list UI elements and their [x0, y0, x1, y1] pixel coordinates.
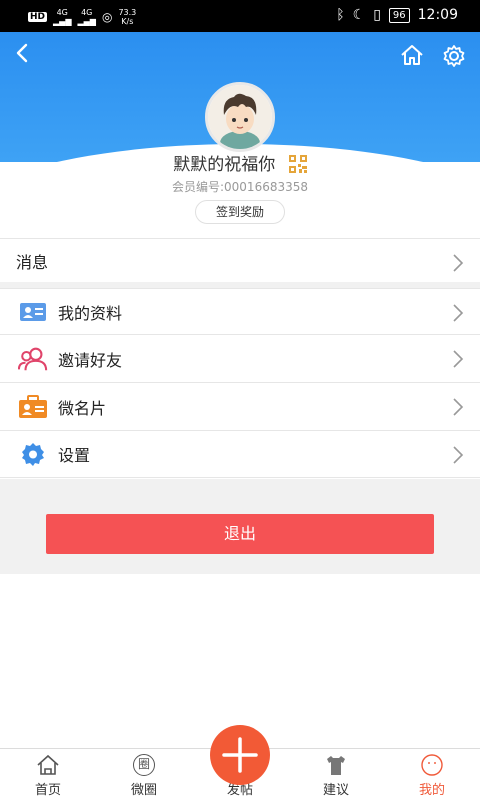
menu-item-label: 邀请好友	[58, 350, 123, 370]
user-icon	[421, 754, 443, 776]
chevron-right-icon	[453, 254, 464, 272]
avatar[interactable]	[205, 82, 275, 152]
tab-suggest[interactable]: 建议	[288, 749, 384, 800]
invite-users-icon	[18, 346, 48, 372]
chevron-right-icon	[453, 398, 464, 416]
wifi-icon: ◎	[101, 10, 113, 24]
plus-icon	[222, 737, 258, 773]
hd-badge: HD	[28, 12, 48, 22]
tab-home[interactable]: 首页	[0, 749, 96, 800]
tab-label: 建议	[322, 783, 349, 798]
tab-label: 我的	[418, 783, 445, 798]
speed-indicator: 73.3 K/s	[118, 8, 137, 26]
business-card-icon	[18, 394, 48, 420]
network-indicator-1: 4G ▂▄▆	[53, 8, 72, 26]
checkin-reward-button[interactable]: 签到奖励	[195, 200, 285, 224]
messages-label: 消息	[16, 252, 49, 272]
menu-item-profile[interactable]: 我的资料	[0, 288, 480, 334]
gear-icon[interactable]	[442, 44, 466, 68]
menu-item-label: 微名片	[58, 398, 107, 418]
shirt-icon	[327, 756, 345, 775]
clock: 12:09	[417, 7, 458, 23]
chevron-right-icon	[453, 350, 464, 368]
home-icon[interactable]	[400, 44, 424, 66]
moon-icon: ☾	[352, 7, 366, 23]
profile-card-icon	[18, 299, 48, 325]
menu-item-settings[interactable]: 设置	[0, 430, 480, 478]
post-button[interactable]	[210, 725, 270, 785]
logout-button[interactable]: 退出	[46, 514, 434, 554]
username-row: 默默的祝福你	[0, 150, 480, 175]
network-indicator-2: 4G ▂▄▆	[77, 8, 96, 26]
status-bar: HD 4G ▂▄▆ 4G ▂▄▆ ◎ 73.3 K/s ᛒ ☾ ▯ 96 12:09	[0, 0, 480, 32]
menu-item-label: 我的资料	[58, 303, 123, 323]
tab-label: 微圈	[130, 783, 157, 798]
battery-indicator: 96	[388, 7, 410, 23]
status-right: ᛒ ☾ ▯ 96 12:09	[336, 7, 458, 23]
back-arrow-icon[interactable]	[12, 42, 34, 64]
avatar-illustration	[208, 85, 272, 149]
member-number: 会员编号:00016683358	[171, 180, 309, 194]
circle-icon: 圈	[133, 754, 155, 776]
tab-mine[interactable]: 我的	[384, 749, 480, 800]
menu-item-label: 设置	[58, 446, 91, 465]
chevron-right-icon	[453, 304, 464, 322]
chevron-right-icon	[453, 446, 464, 464]
username: 默默的祝福你	[173, 155, 276, 175]
settings-gear-icon	[18, 441, 48, 467]
status-left: HD 4G ▂▄▆ 4G ▂▄▆ ◎ 73.3 K/s	[28, 8, 136, 26]
home-icon	[37, 754, 59, 775]
tab-circle[interactable]: 圈 微圈	[96, 749, 192, 800]
menu-item-card[interactable]: 微名片	[0, 382, 480, 430]
vibrate-icon: ▯	[373, 7, 381, 23]
menu-item-invite[interactable]: 邀请好友	[0, 334, 480, 382]
tab-label: 首页	[34, 783, 61, 798]
messages-row[interactable]: 消息	[0, 238, 480, 282]
qr-code-icon[interactable]	[288, 155, 307, 173]
bluetooth-icon: ᛒ	[336, 7, 345, 23]
